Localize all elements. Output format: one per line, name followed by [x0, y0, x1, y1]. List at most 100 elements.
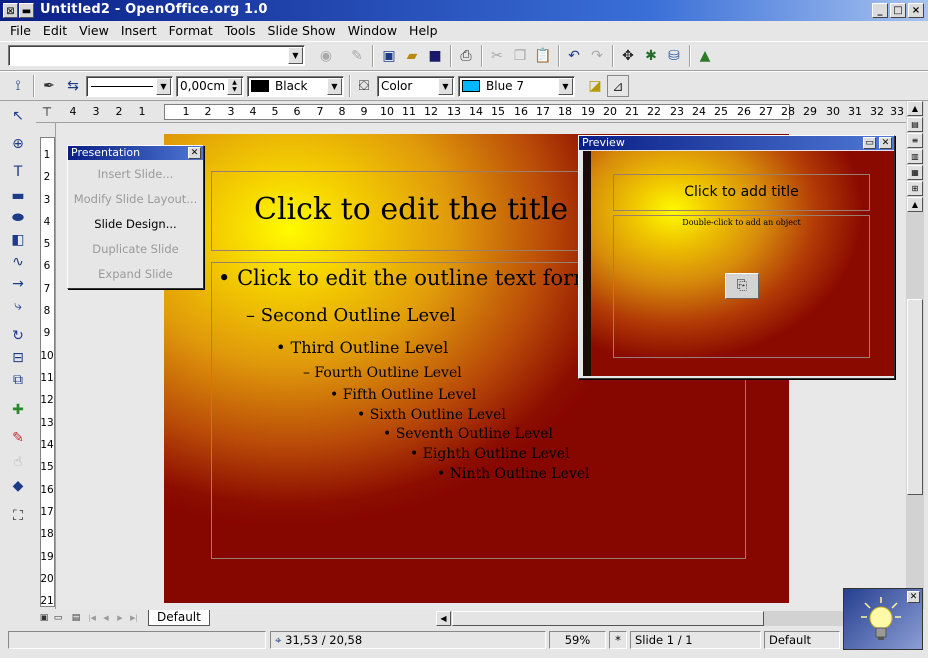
drawing-view-icon[interactable]: ▣: [38, 611, 50, 625]
insert-icon[interactable]: ✚: [7, 399, 29, 421]
slide-design-item[interactable]: Slide Design...: [68, 212, 203, 237]
menu-file[interactable]: File: [4, 21, 37, 40]
master-view-icon[interactable]: ▭: [52, 611, 64, 625]
copy-icon[interactable]: ❐: [509, 45, 531, 67]
tab-stop-icon[interactable]: ⊤: [39, 104, 55, 120]
last-tab-button[interactable]: ▶|: [128, 611, 140, 625]
prev-tab-button[interactable]: ◀: [100, 611, 112, 625]
area-fill-icon[interactable]: ⛋: [353, 75, 375, 97]
menu-edit[interactable]: Edit: [37, 21, 73, 40]
preview-slide[interactable]: Click to add title Double-click to add a…: [583, 151, 894, 376]
line-width-field[interactable]: 0,00cm ▲ ▼: [176, 76, 244, 97]
presentation-close-icon[interactable]: ✕: [188, 147, 201, 159]
cut-icon[interactable]: ✂: [486, 45, 508, 67]
first-tab-button[interactable]: |◀: [86, 611, 98, 625]
window-menu-icon[interactable]: ⊠: [3, 3, 18, 18]
rotate-icon[interactable]: ↻: [7, 325, 29, 347]
line-color-arrow[interactable]: ▼: [327, 78, 342, 95]
slide-sorter-icon[interactable]: ⊞: [907, 181, 923, 196]
points-icon[interactable]: ⟟: [7, 75, 29, 97]
menu-format[interactable]: Format: [163, 21, 219, 40]
url-dropdown-arrow[interactable]: ▼: [288, 47, 303, 64]
select-arrow-icon[interactable]: ↖: [7, 105, 29, 127]
preview-window-titlebar[interactable]: Preview ▭ ✕: [579, 136, 894, 150]
effects-icon[interactable]: ✎: [7, 427, 29, 449]
area-style-arrow[interactable]: ▼: [438, 78, 453, 95]
print-icon[interactable]: ⎙: [455, 45, 477, 67]
help-agent[interactable]: ✕: [843, 588, 923, 650]
rectangle-icon[interactable]: ▬: [7, 185, 29, 207]
next-tab-button[interactable]: ▶: [114, 611, 126, 625]
outline-view-icon[interactable]: ≡: [907, 133, 923, 148]
vertical-scroll-thumb[interactable]: [907, 299, 923, 495]
notes-view-icon[interactable]: ▥: [907, 149, 923, 164]
modify-slide-layout-item[interactable]: Modify Slide Layout...: [68, 187, 203, 212]
menu-window[interactable]: Window: [342, 21, 403, 40]
slide-show-icon[interactable]: ⛶: [7, 505, 29, 527]
insert-slide-item[interactable]: Insert Slide...: [68, 162, 203, 187]
shadow-icon[interactable]: ◪: [584, 75, 606, 97]
transformation-icon[interactable]: ⊿: [607, 75, 629, 97]
help-agent-close-icon[interactable]: ✕: [907, 591, 920, 603]
status-zoom[interactable]: 59%: [549, 631, 606, 649]
edit-file-icon[interactable]: ✎: [346, 45, 368, 67]
save-icon[interactable]: ■: [424, 45, 446, 67]
preview-restore-icon[interactable]: ▭: [863, 137, 876, 149]
navigator-icon[interactable]: ✥: [617, 45, 639, 67]
preview-window[interactable]: Preview ▭ ✕ Click to add title Double-cl…: [578, 135, 895, 379]
maximize-button[interactable]: □: [890, 3, 906, 18]
menu-tools[interactable]: Tools: [219, 21, 262, 40]
new-document-icon[interactable]: ▣: [378, 45, 400, 67]
tab-default[interactable]: Default: [148, 610, 210, 626]
expand-slide-item[interactable]: Expand Slide: [68, 262, 203, 287]
close-button[interactable]: ×: [908, 3, 924, 18]
url-field[interactable]: ▼: [8, 45, 305, 66]
layer-view-icon[interactable]: ▤: [70, 611, 82, 625]
area-color-arrow[interactable]: ▼: [558, 78, 573, 95]
stop-loading-icon[interactable]: ◉: [315, 45, 337, 67]
menu-insert[interactable]: Insert: [115, 21, 163, 40]
line-style-dropdown[interactable]: ▼: [86, 76, 173, 97]
line-icon[interactable]: ✒: [38, 75, 60, 97]
open-folder-icon[interactable]: ▰: [401, 45, 423, 67]
area-color-dropdown[interactable]: Blue 7 ▼: [458, 76, 575, 97]
lines-arrows-icon[interactable]: →: [7, 273, 29, 295]
scroll-left-button[interactable]: ◀: [436, 611, 451, 626]
arrow-style-icon[interactable]: ⇆: [62, 75, 84, 97]
3d-controller-icon[interactable]: ◆: [7, 475, 29, 497]
stylist-icon[interactable]: ✱: [640, 45, 662, 67]
line-style-arrow[interactable]: ▼: [156, 78, 171, 95]
preview-close-icon[interactable]: ✕: [879, 137, 892, 149]
gallery-icon[interactable]: ▲: [694, 45, 716, 67]
line-color-dropdown[interactable]: Black ▼: [247, 76, 344, 97]
redo-icon[interactable]: ↷: [586, 45, 608, 67]
horizontal-scrollbar[interactable]: ◀: [436, 611, 844, 626]
view-mode-icon[interactable]: ▤: [907, 117, 923, 132]
duplicate-slide-item[interactable]: Duplicate Slide: [68, 237, 203, 262]
window-system-icons[interactable]: ⊠ ▬: [3, 3, 34, 18]
window-titlebar[interactable]: ⊠ ▬ Untitled2 - OpenOffice.org 1.0 _ □ ×: [0, 0, 928, 21]
paste-icon[interactable]: 📋: [532, 45, 554, 67]
curve-icon[interactable]: ∿: [7, 251, 29, 273]
data-sources-icon[interactable]: ⛁: [663, 45, 685, 67]
zoom-icon[interactable]: ⊕: [7, 133, 29, 155]
text-icon[interactable]: T: [7, 161, 29, 183]
presentation-window-titlebar[interactable]: Presentation ✕: [68, 146, 203, 160]
connector-icon[interactable]: ⤷: [7, 295, 29, 317]
minimize-button[interactable]: _: [872, 3, 888, 18]
horizontal-scroll-thumb[interactable]: [452, 611, 764, 626]
interaction-icon[interactable]: ☝: [7, 451, 29, 473]
arrange-icon[interactable]: ⧉: [7, 369, 29, 391]
presentation-window[interactable]: Presentation ✕ Insert Slide... Modify Sl…: [67, 145, 204, 289]
menu-view[interactable]: View: [73, 21, 115, 40]
vertical-scrollbar[interactable]: ▲ ▤ ≡ ▥ ▦ ⊞ ▲: [906, 101, 924, 609]
menu-help[interactable]: Help: [403, 21, 444, 40]
scroll-up-button[interactable]: ▲: [907, 197, 923, 212]
scroll-top-button[interactable]: ▲: [907, 101, 923, 116]
menu-slide-show[interactable]: Slide Show: [262, 21, 342, 40]
undo-icon[interactable]: ↶: [563, 45, 585, 67]
alignment-icon[interactable]: ⊟: [7, 347, 29, 369]
window-shade-icon[interactable]: ▬: [19, 3, 34, 18]
handout-view-icon[interactable]: ▦: [907, 165, 923, 180]
ellipse-icon[interactable]: ⬬: [7, 207, 29, 229]
